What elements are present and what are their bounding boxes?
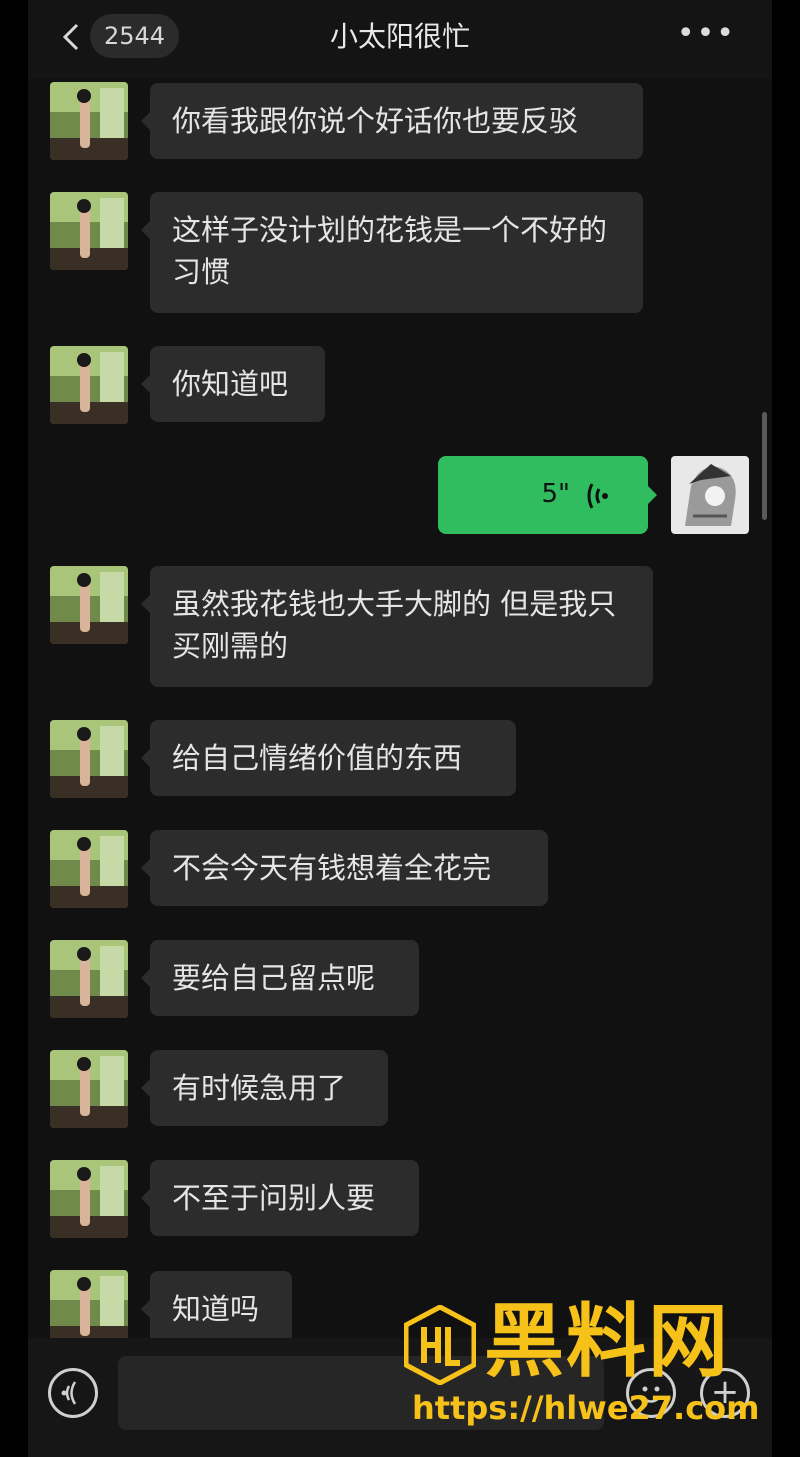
message-bubble[interactable]: 这样子没计划的花钱是一个不好的习惯 <box>141 192 643 313</box>
watermark-brand: 黑料网 <box>484 1295 730 1388</box>
contact-avatar[interactable] <box>50 1050 128 1128</box>
chat-title: 小太阳很忙 <box>329 20 470 53</box>
message-bubble[interactable]: 不至于问别人要 <box>141 1160 419 1236</box>
more-dots-icon[interactable]: ••• <box>677 16 736 51</box>
message-text: 虽然我花钱也大手大脚的 但是我只买刚需的 <box>172 587 617 663</box>
voice-message-bubble[interactable]: 5" <box>438 456 657 534</box>
contact-avatar[interactable] <box>50 82 128 160</box>
voice-input-icon[interactable] <box>48 1368 98 1418</box>
contact-avatar[interactable] <box>50 720 128 798</box>
watermark-logo-icon <box>404 1305 476 1385</box>
message-text: 不至于问别人要 <box>172 1181 376 1215</box>
contact-avatar[interactable] <box>50 192 128 270</box>
message-text: 不会今天有钱想着全花完 <box>172 851 492 885</box>
message-bubble[interactable]: 你看我跟你说个好话你也要反驳 <box>141 83 643 159</box>
contact-avatar[interactable] <box>50 566 128 644</box>
message-bubble[interactable]: 给自己情绪价值的东西 <box>141 720 516 796</box>
message-text: 有时候急用了 <box>172 1071 347 1105</box>
watermark-url: https://hlwe27.com <box>412 1389 760 1427</box>
message-bubble[interactable]: 有时候急用了 <box>141 1050 388 1126</box>
message-text: 给自己情绪价值的东西 <box>172 741 463 775</box>
message-text: 这样子没计划的花钱是一个不好的习惯 <box>172 213 608 289</box>
message-bubble[interactable]: 知道吗 <box>141 1271 292 1347</box>
self-avatar[interactable] <box>671 456 749 534</box>
contact-avatar[interactable] <box>50 1270 128 1348</box>
contact-avatar[interactable] <box>50 830 128 908</box>
message-text: 要给自己留点呢 <box>172 961 376 995</box>
chat-header: 2544 小太阳很忙 ••• <box>28 0 772 78</box>
voice-wave-icon <box>587 483 608 509</box>
message-bubble[interactable]: 不会今天有钱想着全花完 <box>141 830 548 906</box>
chat-window: 2544 小太阳很忙 ••• 你看我跟你说个好话你也要反驳 这样子没计划的花钱是… <box>28 0 772 1457</box>
message-bubble[interactable]: 要给自己留点呢 <box>141 940 419 1016</box>
message-bubble[interactable]: 虽然我花钱也大手大脚的 但是我只买刚需的 <box>141 566 653 687</box>
message-text: 你看我跟你说个好话你也要反驳 <box>172 104 579 138</box>
scrollbar[interactable] <box>762 412 767 520</box>
contact-avatar[interactable] <box>50 940 128 1018</box>
message-bubble[interactable]: 你知道吧 <box>141 346 325 422</box>
voice-duration: 5" <box>541 479 570 509</box>
message-text: 你知道吧 <box>172 367 289 401</box>
contact-avatar[interactable] <box>50 346 128 424</box>
message-text: 知道吗 <box>172 1292 260 1326</box>
contact-avatar[interactable] <box>50 1160 128 1238</box>
